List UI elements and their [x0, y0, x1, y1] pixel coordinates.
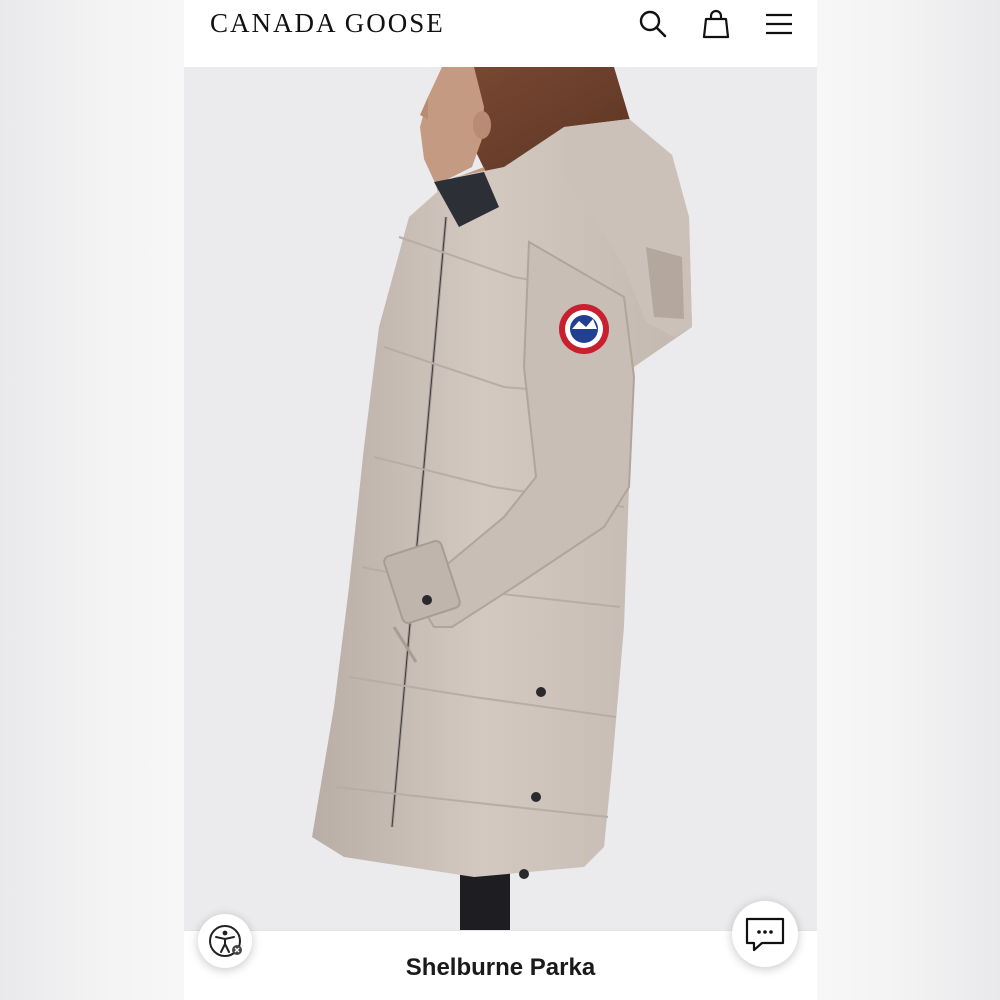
arctic-program-badge [559, 304, 609, 354]
search-icon[interactable] [637, 8, 669, 40]
brand-logo[interactable]: CANADA GOOSE [210, 8, 445, 38]
parka [312, 119, 692, 879]
hamburger-menu-icon[interactable] [763, 8, 795, 40]
product-image[interactable] [184, 67, 817, 930]
accessibility-icon [209, 925, 242, 957]
product-name: Shelburne Parka [405, 954, 596, 981]
chat-button[interactable] [732, 901, 798, 967]
site-header: CANADA GOOSE [184, 0, 817, 66]
chat-bubble-icon [745, 917, 785, 952]
accessibility-button[interactable] [198, 914, 252, 968]
shopping-bag-icon[interactable] [700, 8, 732, 40]
product-title-bar: Shelburne Parka [184, 930, 817, 1000]
phone-screen: CANADA GOOSE Shelburne Parka [184, 0, 817, 1000]
